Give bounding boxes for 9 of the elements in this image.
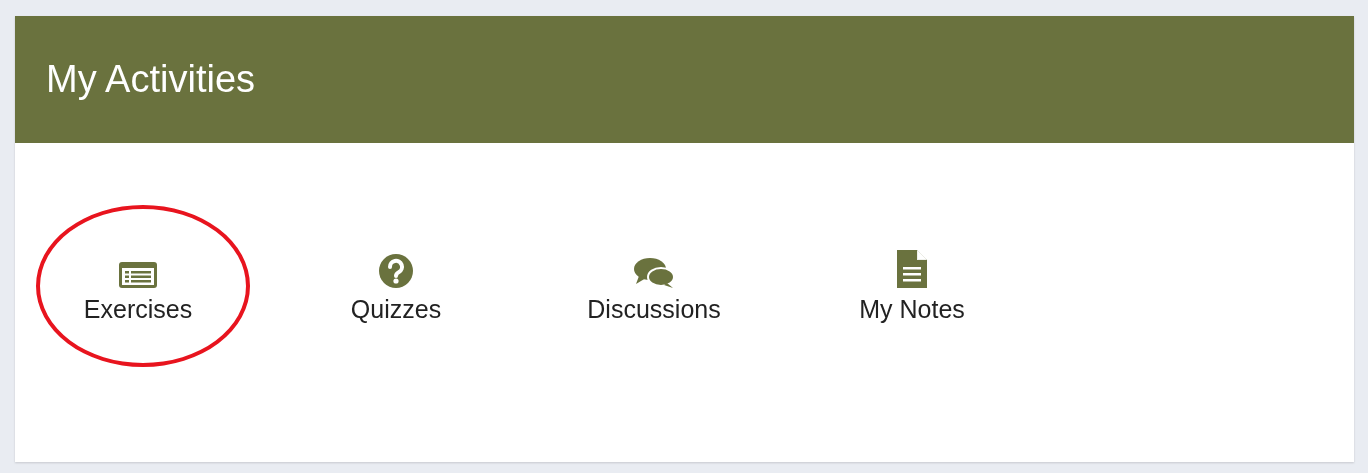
activity-link[interactable]: Exercises xyxy=(38,249,238,324)
activity-link[interactable]: Discussions xyxy=(554,249,754,324)
question-icon xyxy=(378,253,414,289)
activity-link[interactable]: My Notes xyxy=(812,249,1012,324)
list-icon xyxy=(118,261,158,289)
activity-link[interactable]: Quizzes xyxy=(296,249,496,324)
panel-title: My Activities xyxy=(46,58,256,101)
document-icon xyxy=(896,249,928,289)
chat-bubbles-icon xyxy=(633,257,675,289)
